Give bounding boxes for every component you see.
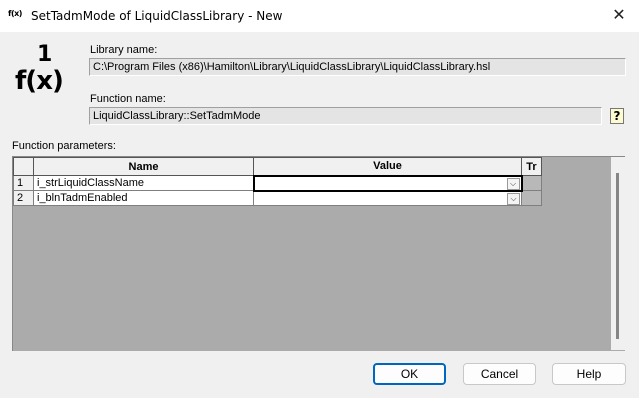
column-header-value[interactable]: Value <box>253 157 522 176</box>
chevron-down-icon[interactable]: ⌵ <box>507 192 520 205</box>
function-name-field[interactable]: LiquidClassLibrary::SetTadmMode <box>89 107 602 125</box>
parameter-tr-cell[interactable] <box>521 190 542 206</box>
title-bar: f(x) SetTadmMode of LiquidClassLibrary -… <box>0 0 639 32</box>
ok-button[interactable]: OK <box>373 363 446 385</box>
scrollbar-thumb[interactable] <box>616 173 619 339</box>
cancel-button[interactable]: Cancel <box>463 363 536 385</box>
row-number[interactable]: 1 <box>13 175 34 191</box>
close-button[interactable]: ✕ <box>599 0 639 32</box>
library-name-field[interactable]: C:\Program Files (x86)\Hamilton\Library\… <box>89 58 626 76</box>
parameter-value-cell[interactable]: ⌵ <box>252 174 523 192</box>
function-logo: 1 f(x) <box>15 42 64 97</box>
table-row: 2 i_blnTadmEnabled ⌵ <box>13 190 542 206</box>
vertical-scrollbar[interactable] <box>611 157 625 350</box>
function-name-label: Function name: <box>90 93 166 105</box>
library-name-label: Library name: <box>90 44 158 56</box>
help-button[interactable]: Help <box>552 363 626 385</box>
parameters-grid: Name Value Tr 1 i_strLiquidClassName ⌵ 2… <box>12 156 625 351</box>
row-number[interactable]: 2 <box>13 190 34 206</box>
parameter-value-cell[interactable]: ⌵ <box>253 190 522 206</box>
column-header-tr[interactable]: Tr <box>521 157 542 176</box>
function-app-icon: f(x) <box>8 9 22 18</box>
table-row: 1 i_strLiquidClassName ⌵ <box>13 174 542 192</box>
function-parameters-label: Function parameters: <box>12 140 116 152</box>
parameters-table: Name Value Tr 1 i_strLiquidClassName ⌵ 2… <box>13 157 542 206</box>
chevron-down-icon[interactable]: ⌵ <box>506 177 520 189</box>
column-header-name[interactable]: Name <box>33 157 254 176</box>
parameter-name-cell[interactable]: i_strLiquidClassName <box>33 175 254 191</box>
window-title: SetTadmMode of LiquidClassLibrary - New <box>31 9 283 23</box>
parameter-tr-cell[interactable] <box>521 175 542 191</box>
function-help-button[interactable]: ? <box>610 108 624 124</box>
table-header-row: Name Value Tr <box>13 157 542 176</box>
parameter-name-cell[interactable]: i_blnTadmEnabled <box>33 190 254 206</box>
corner-header <box>13 157 34 176</box>
question-mark-icon: ? <box>613 109 621 123</box>
close-icon: ✕ <box>612 5 626 24</box>
